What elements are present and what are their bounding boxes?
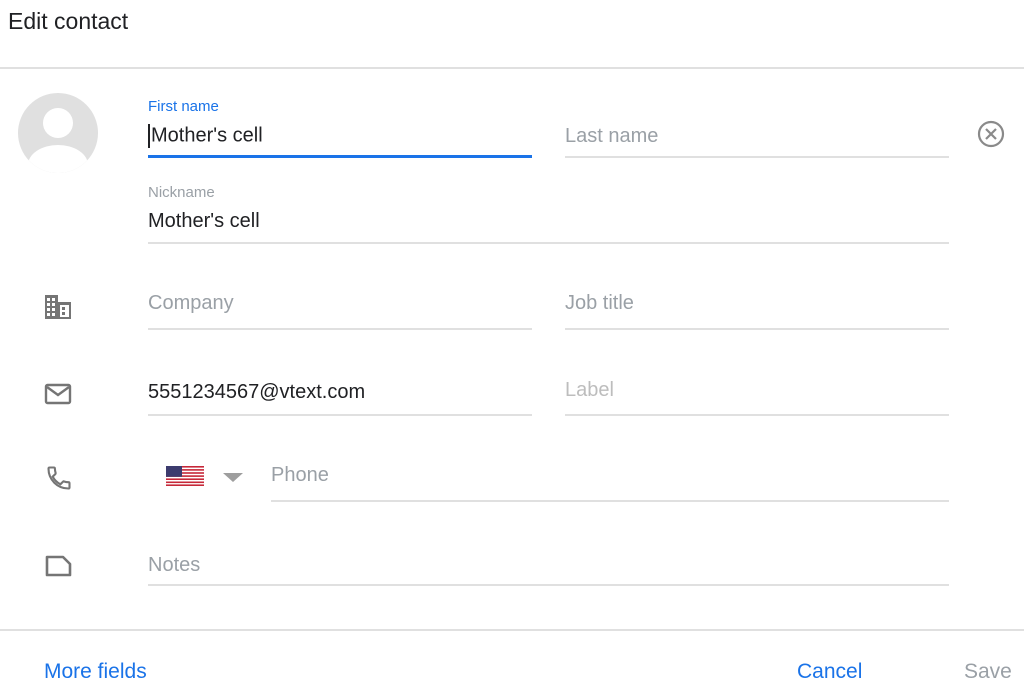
nickname-value[interactable]: Mother's cell [148,210,260,233]
dropdown-arrow-icon [223,473,243,482]
job-title-underline [565,328,949,330]
dialog-title: Edit contact [8,8,129,34]
nickname-label: Nickname [148,184,215,201]
note-icon [44,554,72,583]
last-name-field[interactable]: Last name [565,95,949,158]
email-label-field[interactable]: Label [565,366,949,416]
avatar[interactable] [18,93,98,173]
last-name-placeholder: Last name [565,125,659,147]
nickname-underline [148,242,949,244]
cancel-button[interactable]: Cancel [797,660,862,684]
first-name-value[interactable]: Mother's cell [151,124,263,146]
job-title-placeholder: Job title [565,292,634,314]
footer-divider [0,629,1024,631]
person-icon [28,108,88,173]
phone-icon [45,464,73,497]
text-cursor [148,124,150,148]
notes-field[interactable]: Notes [148,542,949,586]
save-button[interactable]: Save [964,660,1012,684]
phone-underline [271,500,949,502]
close-circle-icon[interactable] [977,120,1005,153]
email-icon [44,383,72,410]
phone-field[interactable]: Phone [271,452,949,502]
header-divider [0,67,1024,69]
email-label-underline [565,414,949,416]
company-underline [148,328,532,330]
email-field[interactable]: 5551234567@vtext.com [148,366,532,416]
company-placeholder: Company [148,292,234,314]
first-name-field[interactable]: First name Mother's cell [148,95,532,158]
first-name-label: First name [148,98,219,115]
email-value[interactable]: 5551234567@vtext.com [148,381,365,404]
last-name-underline [565,156,949,158]
company-field[interactable]: Company [148,280,532,330]
us-flag-icon [166,466,204,486]
email-label-placeholder: Label [565,379,614,401]
notes-placeholder: Notes [148,554,201,576]
building-icon [44,294,72,325]
notes-underline [148,584,949,586]
country-selector[interactable] [166,466,246,493]
first-name-underline [148,155,532,158]
job-title-field[interactable]: Job title [565,280,949,330]
email-underline [148,414,532,416]
more-fields-button[interactable]: More fields [44,660,147,684]
phone-placeholder: Phone [271,464,329,486]
nickname-field[interactable]: Nickname Mother's cell [148,182,949,244]
